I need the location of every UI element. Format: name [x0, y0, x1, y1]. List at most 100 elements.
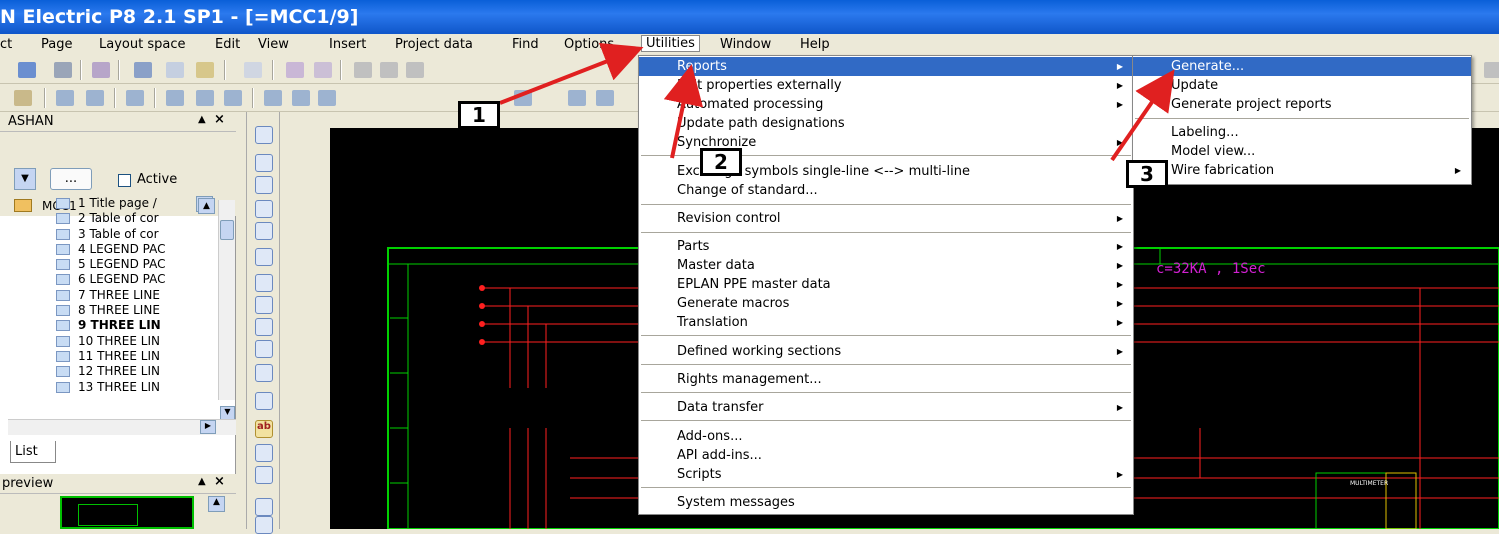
close-icon[interactable]: × [214, 474, 225, 489]
menu-window[interactable]: Window [720, 37, 771, 52]
toolbar-icon[interactable] [18, 62, 36, 78]
tree-item[interactable]: 10 THREE LIN [0, 334, 218, 349]
line-icon[interactable] [255, 126, 273, 144]
menu-insert[interactable]: Insert [329, 37, 366, 52]
terminal-icon[interactable] [255, 222, 273, 240]
menu-edit[interactable]: Edit [215, 37, 240, 52]
menu-item-reports[interactable]: Reports ▶ [639, 57, 1133, 76]
toolbar-icon[interactable] [596, 90, 614, 106]
menu-project-data[interactable]: Project data [395, 37, 473, 52]
menu-item-data-transfer[interactable]: Data transfer ▶ [639, 398, 1133, 417]
tree-item[interactable]: 7 THREE LINE [0, 288, 218, 303]
pin-icon[interactable]: ▲ [198, 114, 206, 125]
pencil-icon[interactable] [255, 466, 273, 484]
toolbar-icon[interactable] [86, 90, 104, 106]
tree-item[interactable]: 11 THREE LIN [0, 349, 218, 364]
toolbar-icon[interactable] [224, 90, 242, 106]
rotate-icon[interactable] [255, 340, 273, 358]
toolbar-icon[interactable] [264, 90, 282, 106]
text-icon[interactable]: ab [255, 420, 273, 438]
tree-item[interactable]: 4 LEGEND PAC [0, 242, 218, 257]
toolbar-icon[interactable] [244, 62, 262, 78]
toolbar-icon[interactable] [314, 62, 332, 78]
undo-icon[interactable] [354, 62, 372, 78]
menu-item-master-data[interactable]: Master data ▶ [639, 256, 1133, 275]
arrow-icon[interactable] [255, 516, 273, 534]
connection-icon[interactable] [255, 176, 273, 194]
menu-item-parts[interactable]: Parts ▶ [639, 237, 1133, 256]
menu-item-update[interactable]: Update [1133, 76, 1471, 95]
close-icon[interactable]: × [214, 112, 225, 127]
menu-item-automated-processing[interactable]: Automated processing ▶ [639, 95, 1133, 114]
redo-icon[interactable] [406, 62, 424, 78]
circle-icon[interactable] [255, 248, 273, 266]
image-icon[interactable] [255, 444, 273, 462]
menu-item-defined-working-sections[interactable]: Defined working sections ▶ [639, 342, 1133, 361]
toolbar-icon[interactable] [14, 90, 32, 106]
menu-item-model-view[interactable]: Model view... [1133, 142, 1471, 161]
circle-icon[interactable] [255, 274, 273, 292]
toolbar-icon[interactable] [166, 90, 184, 106]
arc-icon[interactable] [255, 318, 273, 336]
menu-item-update-path-designations[interactable]: Update path designations [639, 114, 1133, 133]
arc-icon[interactable] [255, 296, 273, 314]
preview-thumbnail[interactable] [60, 496, 194, 529]
toolbar-icon[interactable] [196, 90, 214, 106]
menu-item-labeling[interactable]: Labeling... [1133, 123, 1471, 142]
toolbar-icon[interactable] [1484, 62, 1499, 78]
menu-item-generate-macros[interactable]: Generate macros ▶ [639, 294, 1133, 313]
tree-item[interactable]: 1 Title page / [0, 196, 218, 211]
menu-view[interactable]: View [258, 37, 289, 52]
tree-item[interactable]: 2 Table of cor [0, 211, 218, 226]
menu-item-generate[interactable]: Generate... [1133, 57, 1471, 76]
tree-item[interactable]: 13 THREE LIN [0, 380, 218, 395]
toolbar-icon[interactable] [92, 62, 110, 78]
dimension-icon[interactable] [255, 498, 273, 516]
toolbar-icon[interactable] [286, 62, 304, 78]
scroll-down-button[interactable]: ▼ [220, 406, 235, 420]
stack-icon[interactable] [255, 364, 273, 382]
menu-find[interactable]: Find [512, 37, 539, 52]
horizontal-scrollbar[interactable]: ▶ [8, 419, 236, 435]
menu-item-translation[interactable]: Translation ▶ [639, 313, 1133, 332]
menu-item-system-messages[interactable]: System messages [639, 493, 1133, 512]
menu-item-wire-fabrication[interactable]: Wire fabrication ▶ [1133, 161, 1471, 180]
dropdown-button[interactable]: ▼ [14, 168, 36, 190]
menu-item-edit-properties-externally[interactable]: Edit properties externally ▶ [639, 76, 1133, 95]
menu-options[interactable]: Options [564, 37, 614, 52]
toolbar-icon[interactable] [126, 90, 144, 106]
toolbar-icon[interactable] [514, 90, 532, 106]
toolbar-icon[interactable] [292, 90, 310, 106]
toolbar-icon[interactable] [318, 90, 336, 106]
tree-item[interactable]: 8 THREE LINE [0, 303, 218, 318]
scroll-thumb[interactable] [220, 220, 234, 240]
tree-item[interactable]: 3 Table of cor [0, 227, 218, 242]
menu-item-generate-project-reports[interactable]: Generate project reports [1133, 95, 1471, 114]
tree-item[interactable]: 12 THREE LIN [0, 364, 218, 379]
menu-help[interactable]: Help [800, 37, 830, 52]
menu-item-scripts[interactable]: Scripts ▶ [639, 465, 1133, 484]
filter-button[interactable]: ... [50, 168, 92, 190]
menu-item-revision-control[interactable]: Revision control ▶ [639, 209, 1133, 228]
bracket-icon[interactable] [255, 392, 273, 410]
copy-icon[interactable] [166, 62, 184, 78]
tree-item[interactable]: 5 LEGEND PAC [0, 257, 218, 272]
menu-item-eplan-ppe-master-data[interactable]: EPLAN PPE master data ▶ [639, 275, 1133, 294]
pin-icon[interactable]: ▲ [198, 476, 206, 487]
toolbar-icon[interactable] [568, 90, 586, 106]
menu-item-rights-management[interactable]: Rights management... [639, 370, 1133, 389]
angle-icon[interactable] [255, 200, 273, 218]
scroll-up-button[interactable]: ▲ [208, 496, 225, 512]
toolbar-icon[interactable] [56, 90, 74, 106]
connection-icon[interactable] [255, 154, 273, 172]
undo-icon[interactable] [380, 62, 398, 78]
tree-item[interactable]: 6 LEGEND PAC [0, 272, 218, 287]
menu-item-api-add-ins[interactable]: API add-ins... [639, 446, 1133, 465]
menu-project[interactable]: ct [0, 37, 12, 52]
menu-page[interactable]: Page [41, 37, 72, 52]
cut-icon[interactable] [134, 62, 152, 78]
scroll-right-button[interactable]: ▶ [200, 420, 216, 434]
menu-item-add-ons[interactable]: Add-ons... [639, 427, 1133, 446]
tab-list[interactable]: List [10, 441, 56, 463]
menu-item-change-of-standard[interactable]: Change of standard... [639, 181, 1133, 200]
